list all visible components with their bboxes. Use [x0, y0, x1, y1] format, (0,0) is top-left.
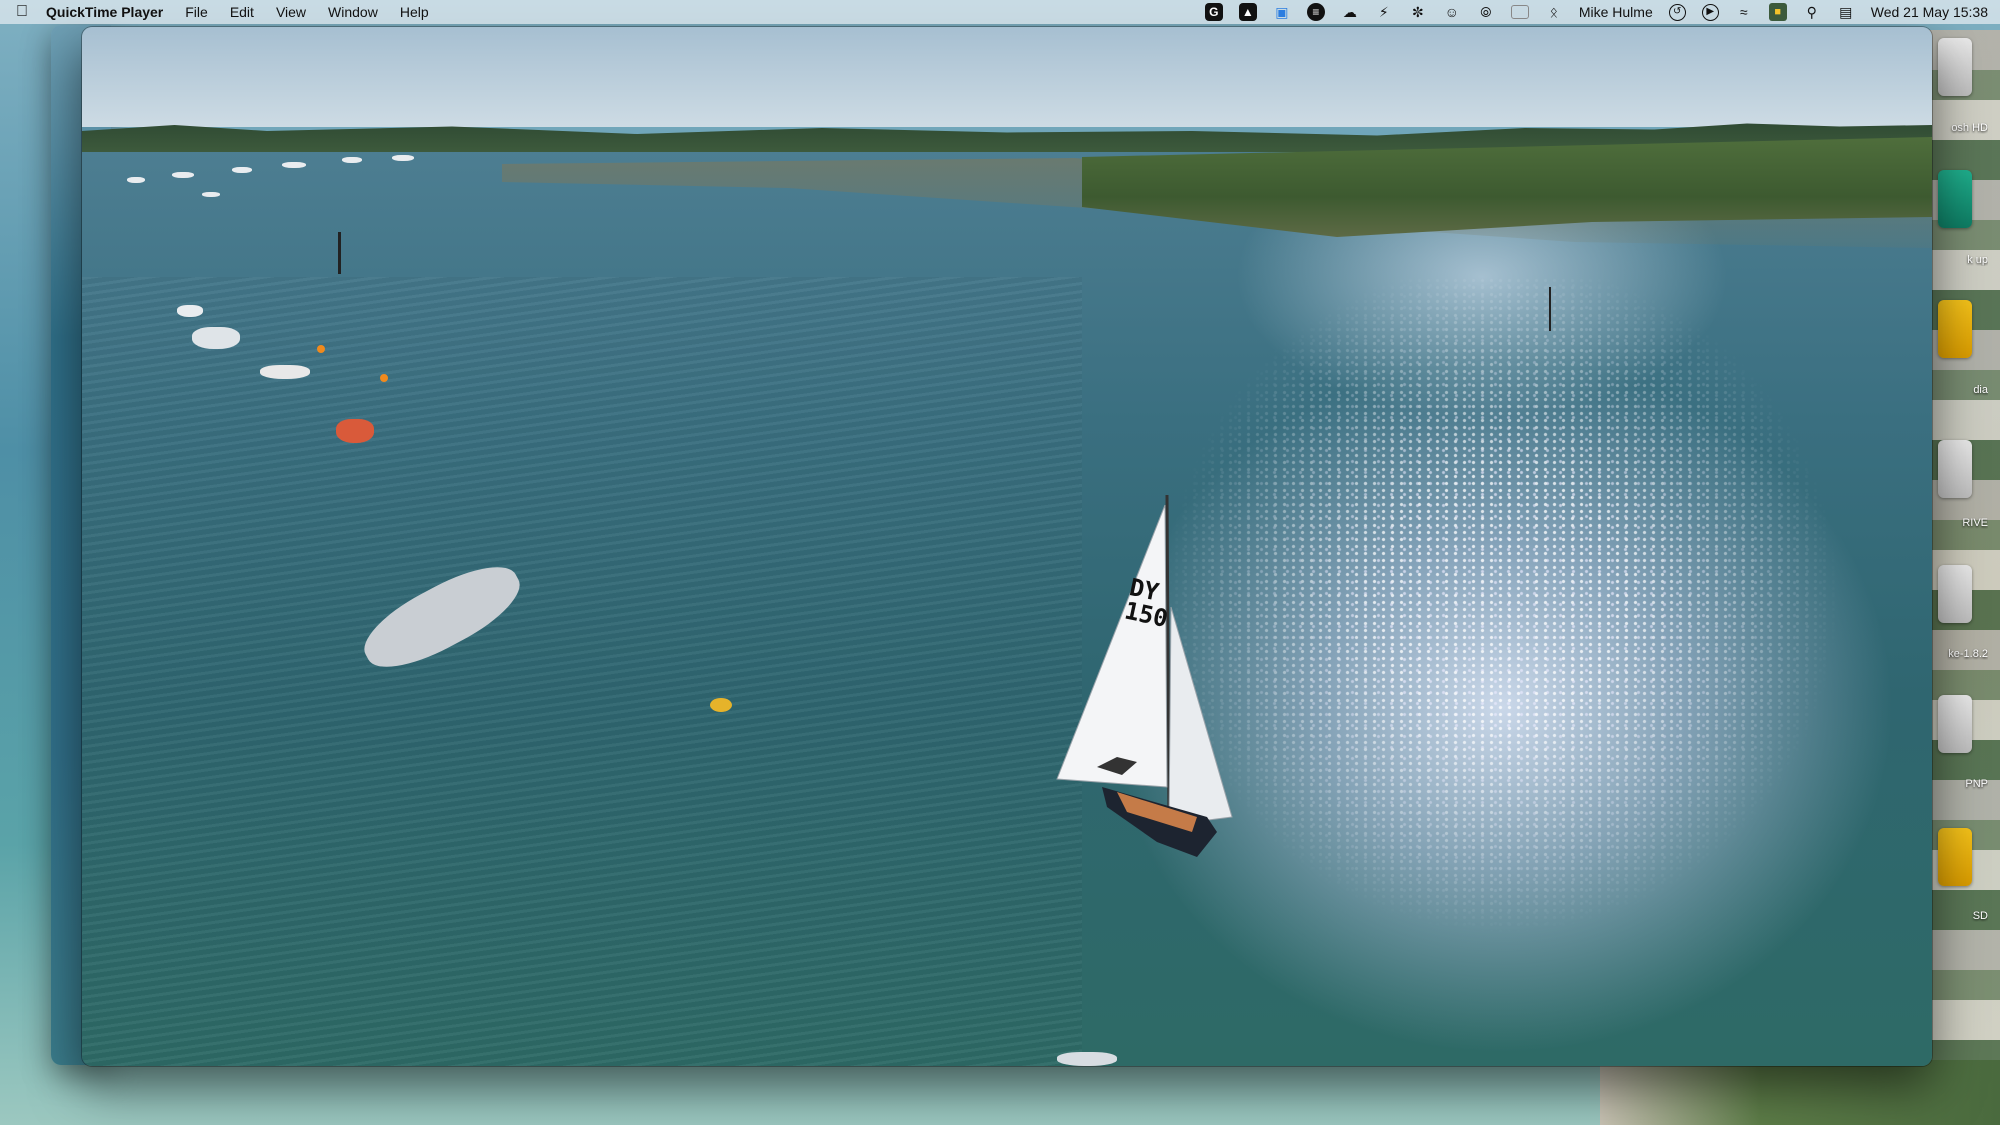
app-menu[interactable]: QuickTime Player: [46, 0, 174, 24]
moored-boat: [202, 192, 220, 197]
audio-hijack-icon[interactable]: ≡: [1306, 3, 1325, 21]
finder-sync-icon[interactable]: ▣: [1273, 3, 1291, 21]
moored-boat: [172, 172, 194, 178]
moored-boat: [232, 167, 252, 173]
menu-help[interactable]: Help: [389, 0, 440, 24]
desktop-icon-media[interactable]: [1938, 300, 1972, 358]
red-dinghy: [336, 419, 374, 443]
desktop-icon-label: PNP: [1965, 778, 1988, 790]
time-machine-icon[interactable]: ↺: [1668, 3, 1686, 21]
desktop-icon-hard-drive[interactable]: [1938, 38, 1972, 96]
desktop-icon-label: RIVE: [1962, 517, 1988, 529]
mooring-buoy: [317, 345, 325, 353]
user-name[interactable]: Mike Hulme: [1579, 4, 1653, 20]
moored-boat: [282, 162, 306, 168]
face-icon[interactable]: ☺: [1443, 3, 1461, 21]
menu-edit[interactable]: Edit: [219, 0, 265, 24]
apple-menu-icon[interactable]: : [12, 3, 32, 21]
channel-marker: [338, 232, 341, 274]
bolt-icon[interactable]: ⚡: [1375, 3, 1393, 21]
desktop-icon-sd-card[interactable]: [1938, 828, 1972, 886]
moored-motorboat: [192, 327, 240, 349]
video-frame[interactable]: DY 150: [82, 27, 1932, 1066]
bottom-boat: [1057, 1052, 1117, 1066]
mooring-buoy: [710, 698, 732, 712]
desktop-icon-label: ke-1.8.2: [1948, 648, 1988, 660]
screen-mirror-icon[interactable]: [1510, 5, 1529, 19]
menu-clock[interactable]: Wed 21 May 15:38: [1871, 4, 1988, 20]
desktop-icon-label: k up: [1967, 254, 1988, 266]
wallpaper-shoreline: [1600, 1060, 2000, 1125]
chatgpt-icon[interactable]: ✼: [1409, 3, 1427, 21]
channel-marker: [1549, 287, 1551, 331]
control-center-icon[interactable]: ▤: [1837, 3, 1855, 21]
desktop-icon-installer[interactable]: [1938, 565, 1972, 623]
mooring-buoy: [380, 374, 388, 382]
menu-view[interactable]: View: [265, 0, 317, 24]
airdrop-icon[interactable]: ⦾: [1477, 3, 1495, 21]
moored-boat: [177, 305, 203, 317]
sailboat: [1056, 494, 1233, 857]
moored-boat: [127, 177, 145, 183]
desktop-icon-pnp[interactable]: [1938, 695, 1972, 753]
moored-dinghy: [260, 365, 310, 379]
spotlight-icon[interactable]: ⚲: [1803, 3, 1821, 21]
desktop-icon-backup[interactable]: [1938, 170, 1972, 228]
drive-icon[interactable]: ▲: [1238, 3, 1257, 21]
menu-window[interactable]: Window: [317, 0, 389, 24]
video-ripples: [82, 277, 1082, 1066]
menu-bar:  QuickTime Player File Edit View Window…: [0, 0, 2000, 24]
desktop-icon-drive[interactable]: [1938, 440, 1972, 498]
moored-boat: [392, 155, 414, 161]
desktop-icon-label: dia: [1973, 384, 1988, 396]
play-icon[interactable]: ▶: [1701, 3, 1719, 21]
moored-boat: [342, 157, 362, 163]
desktop-icon-label: osh HD: [1951, 122, 1988, 134]
video-sky: [82, 27, 1932, 127]
desktop-icon-label: SD: [1972, 910, 1988, 922]
wifi-icon[interactable]: ≈: [1735, 3, 1753, 21]
bluetooth-icon[interactable]: ᛟ: [1545, 3, 1563, 21]
display-icon[interactable]: ■: [1768, 3, 1787, 21]
weather-icon[interactable]: ☁: [1341, 3, 1359, 21]
grammarly-icon[interactable]: G: [1204, 3, 1223, 21]
quicktime-window[interactable]: DY 150: [82, 27, 1932, 1066]
menu-file[interactable]: File: [174, 0, 219, 24]
